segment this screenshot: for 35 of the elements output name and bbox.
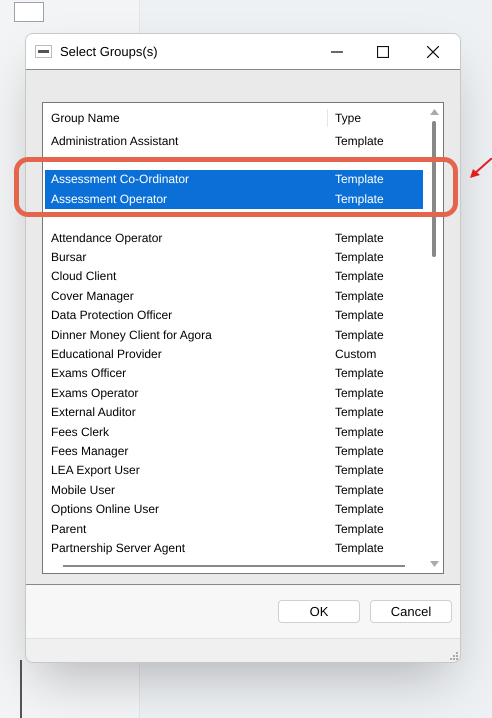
column-header[interactable]: Group Name (43, 109, 328, 127)
scroll-down-icon (430, 561, 438, 567)
list-row[interactable]: Bursar Template (45, 247, 423, 267)
list-row[interactable]: Attendance Operator Template (45, 228, 423, 248)
column-header[interactable]: Type (328, 109, 362, 127)
horizontal-scrollbar[interactable] (63, 565, 405, 567)
list-row[interactable]: Data Protection Officer Template (45, 306, 423, 325)
list-row[interactable]: Partnership Server Agent Template (45, 538, 423, 558)
list-row[interactable]: Educational Provider Custom (45, 344, 423, 364)
list-row[interactable]: Cover Manager Template (45, 286, 423, 306)
window-title: Select Groups(s) (60, 42, 158, 61)
list-row[interactable]: Parent Template (45, 518, 423, 538)
cancel-button[interactable]: Cancel (370, 600, 452, 623)
scroll-up-icon (430, 109, 438, 115)
list-row[interactable]: Options Online User Template (45, 499, 423, 519)
list-row[interactable]: Mobile User Template (45, 480, 423, 500)
list-row[interactable]: Cloud Client Template (45, 266, 423, 286)
background-line (20, 660, 22, 718)
maximize-icon (377, 46, 389, 58)
list-row[interactable]: Exams Officer Template (45, 364, 423, 384)
list-row[interactable]: Administration Assistant Template (45, 131, 423, 150)
list-row[interactable]: Assessment Operator Template (45, 189, 423, 209)
app-icon (35, 45, 52, 58)
list-row[interactable]: Assessment Co-Ordinator Template (45, 170, 423, 190)
list-row[interactable]: LEA Export User Template (45, 460, 423, 480)
list-row[interactable]: Fees Clerk Template (45, 422, 423, 442)
close-icon (427, 46, 439, 58)
list-row[interactable]: Fees Manager Template (45, 441, 423, 461)
list-row[interactable]: Dinner Money Client for Agora Template (45, 324, 423, 344)
scroll-thumb[interactable] (432, 121, 436, 257)
arrow-icon (470, 158, 492, 180)
ok-button[interactable]: OK (278, 600, 360, 623)
list-row[interactable]: Exams Operator Template (45, 383, 423, 402)
list-row[interactable]: External Auditor Template (45, 402, 423, 422)
resize-grip-icon[interactable] (450, 652, 458, 660)
